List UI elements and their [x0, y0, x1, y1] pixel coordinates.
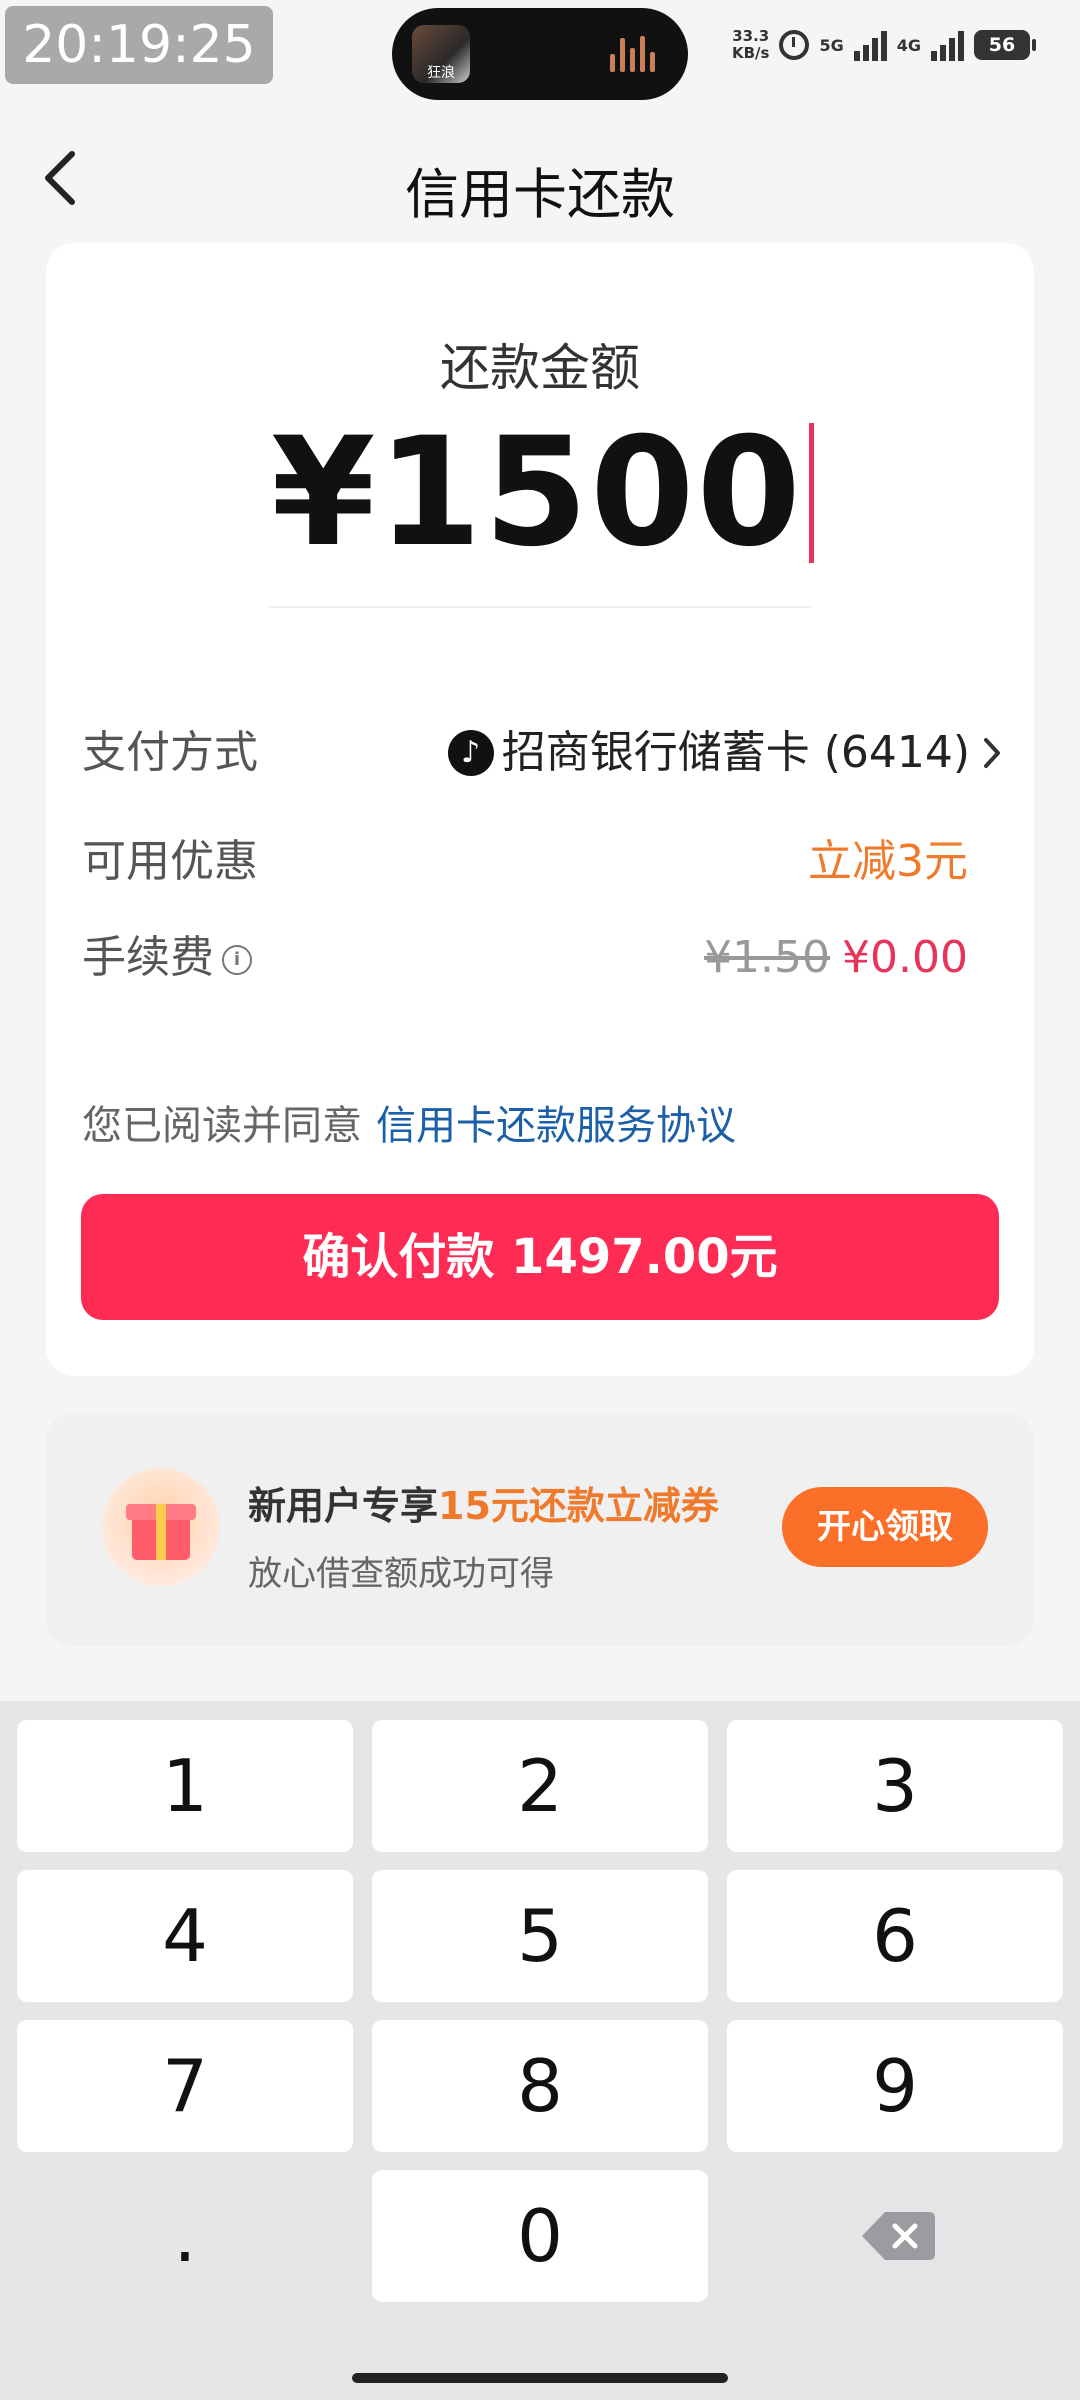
net-speed: 33.3 KB/s: [732, 27, 770, 62]
promo-title: 新用户专享15元还款立减券: [248, 1484, 719, 1528]
payment-method-row[interactable]: 支付方式 ♪ 招商银行储蓄卡 (6414): [82, 723, 1002, 783]
promo-banner[interactable]: 新用户专享15元还款立减券 放心借查额成功可得 开心领取: [46, 1413, 1034, 1646]
signal-4g-label: 4G: [896, 35, 921, 55]
payment-card-name: 招商银行储蓄卡 (6414): [501, 727, 970, 778]
dynamic-island[interactable]: 狂浪: [392, 8, 688, 100]
discount-label: 可用优惠: [82, 836, 258, 887]
music-cover-label: 狂浪: [427, 65, 455, 81]
douyin-icon: ♪: [447, 730, 494, 776]
key-5[interactable]: 5: [372, 1870, 708, 2002]
signal-4g-icon: [931, 29, 964, 61]
key-6[interactable]: 6: [727, 1870, 1063, 2002]
alarm-icon: [779, 30, 810, 60]
amount-underline: [269, 606, 811, 608]
info-icon[interactable]: i: [222, 945, 252, 975]
discount-row: 可用优惠 立减3元: [82, 832, 1002, 892]
repayment-card: 还款金额 ¥1500 支付方式 ♪ 招商银行储蓄卡 (6414) 可用优惠 立减…: [46, 243, 1034, 1376]
key-1[interactable]: 1: [17, 1720, 353, 1852]
payment-method-label: 支付方式: [82, 727, 258, 778]
key-0[interactable]: 0: [372, 2170, 708, 2302]
fee-original: ¥1.50: [704, 932, 831, 983]
key-8[interactable]: 8: [372, 2020, 708, 2152]
fee-value: ¥1.50 ¥0.00: [704, 928, 968, 988]
backspace-icon: [862, 2212, 935, 2260]
key-4[interactable]: 4: [17, 1870, 353, 2002]
battery-icon: 56: [974, 30, 1036, 60]
agreement-link[interactable]: 信用卡还款服务协议: [376, 1103, 736, 1149]
header: 信用卡还款: [0, 130, 1080, 230]
amount-label: 还款金额: [440, 339, 640, 397]
confirm-pay-button[interactable]: 确认付款 1497.00元: [81, 1194, 999, 1320]
claim-coupon-button[interactable]: 开心领取: [782, 1487, 988, 1567]
status-indicators: 33.3 KB/s 5G 4G 56: [732, 20, 1036, 70]
agreement-text: 您已阅读并同意 信用卡还款服务协议: [82, 1103, 736, 1149]
fee-row: 手续费 i ¥1.50 ¥0.00: [82, 928, 1002, 988]
signal-5g-label: 5G: [819, 35, 844, 55]
discount-value: 立减3元: [808, 836, 968, 887]
status-time: 20:19:25: [5, 6, 273, 84]
backspace-key[interactable]: [727, 2170, 1063, 2302]
audio-wave-icon: [610, 36, 662, 72]
status-bar: 20:19:25 狂浪 33.3 KB/s 5G 4G 56: [0, 0, 1080, 110]
amount-value: ¥1500: [271, 406, 803, 580]
gift-box-icon: [102, 1468, 220, 1586]
fee-label: 手续费 i: [82, 928, 252, 988]
home-indicator[interactable]: [352, 2373, 728, 2383]
promo-subtitle: 放心借查额成功可得: [248, 1554, 554, 1594]
payment-method-value[interactable]: ♪ 招商银行储蓄卡 (6414): [447, 723, 1002, 783]
key-dot[interactable]: .: [17, 2170, 353, 2302]
amount-input[interactable]: ¥1500: [271, 406, 814, 580]
text-caret: [808, 423, 814, 563]
chevron-right-icon: [984, 738, 1000, 768]
key-9[interactable]: 9: [727, 2020, 1063, 2152]
key-3[interactable]: 3: [727, 1720, 1063, 1852]
signal-5g-icon: [853, 29, 887, 61]
key-2[interactable]: 2: [372, 1720, 708, 1852]
promo-highlight: 15元还款立减券: [438, 1484, 719, 1528]
key-7[interactable]: 7: [17, 2020, 353, 2152]
numeric-keypad: 1 2 3 4 5 6 7 8 9 . 0: [0, 1701, 1080, 2400]
music-cover-image: 狂浪: [412, 25, 470, 83]
fee-actual: ¥0.00: [842, 932, 968, 983]
page-title: 信用卡还款: [405, 163, 675, 226]
